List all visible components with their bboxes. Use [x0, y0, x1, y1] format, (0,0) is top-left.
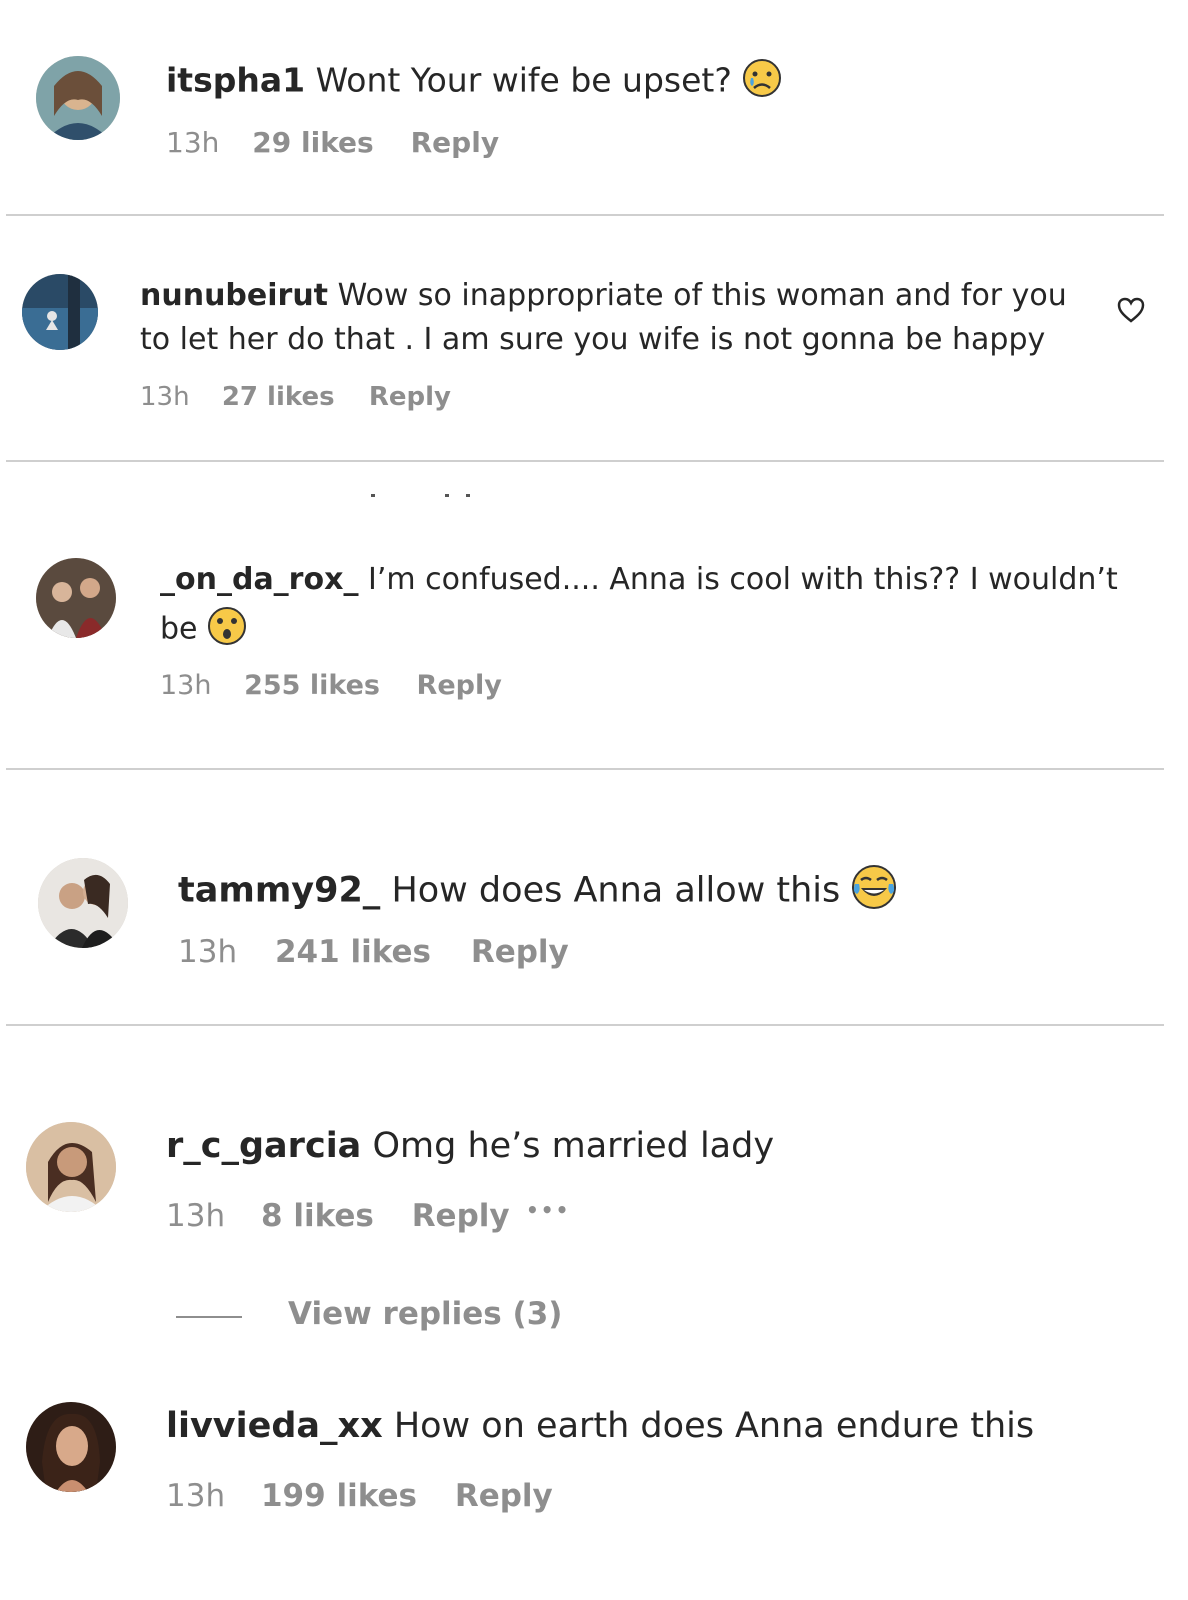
comment-likes[interactable]: 255 likes	[244, 670, 380, 701]
comment-time: 13h	[160, 670, 212, 701]
comment-time: 13h	[140, 382, 190, 412]
comment-time: 13h	[166, 1198, 226, 1234]
comment-username[interactable]: r_c_garcia	[166, 1126, 361, 1166]
artifact-mark	[371, 494, 375, 497]
comment-time: 13h	[166, 126, 220, 159]
comment-likes[interactable]: 199 likes	[261, 1478, 417, 1514]
avatar[interactable]	[26, 1402, 116, 1492]
view-replies-button[interactable]: View replies (3)	[288, 1296, 562, 1332]
comment-time: 13h	[178, 934, 238, 970]
more-options-icon[interactable]: •••	[526, 1198, 570, 1222]
comment-username[interactable]: tammy92_	[178, 871, 380, 911]
comment-likes[interactable]: 29 likes	[252, 126, 373, 159]
comment-text-continued: to let her do that . I am sure you wife …	[140, 322, 1046, 357]
crying-face-icon	[742, 58, 782, 106]
divider	[6, 768, 1164, 770]
divider	[6, 460, 1164, 462]
comment-time: 13h	[166, 1478, 226, 1514]
comment-username[interactable]: livvieda_xx	[166, 1406, 383, 1446]
divider	[6, 1024, 1164, 1026]
divider	[6, 214, 1164, 216]
reply-button[interactable]: Reply	[471, 934, 569, 970]
avatar[interactable]	[26, 1122, 116, 1212]
reply-button[interactable]: Reply	[411, 126, 499, 159]
avatar[interactable]	[36, 56, 120, 140]
comment-likes[interactable]: 27 likes	[222, 382, 335, 412]
comment-username[interactable]: nunubeirut	[140, 278, 328, 313]
comment-text-continued: be	[160, 611, 198, 647]
tears-of-joy-face-icon	[851, 864, 897, 919]
comment-text: How does Anna allow this	[391, 870, 841, 911]
avatar[interactable]	[38, 858, 128, 948]
comment-text: How on earth does Anna endure this	[393, 1406, 1035, 1446]
artifact-mark	[445, 494, 449, 497]
comment-text: Omg he’s married lady	[372, 1126, 775, 1166]
comment-text: Wont Your wife be upset?	[315, 60, 732, 100]
comment-text: Wow so inappropriate of this woman and f…	[337, 278, 1067, 313]
reply-button[interactable]: Reply	[455, 1478, 553, 1514]
comment-username[interactable]: itspha1	[166, 61, 305, 100]
reply-button[interactable]: Reply	[417, 670, 502, 701]
avatar[interactable]	[36, 558, 116, 638]
artifact-mark	[466, 494, 470, 497]
astonished-face-icon	[207, 606, 247, 654]
comment-username[interactable]: _on_da_rox_	[160, 562, 358, 597]
reply-button[interactable]: Reply	[412, 1198, 510, 1234]
reply-button[interactable]: Reply	[369, 382, 451, 412]
heart-outline-icon[interactable]	[1116, 296, 1146, 328]
avatar[interactable]	[22, 274, 98, 350]
comment-likes[interactable]: 241 likes	[275, 934, 431, 970]
comment-text: I’m confused.... Anna is cool with this?…	[368, 562, 1118, 597]
view-replies-line	[176, 1316, 242, 1318]
comment-likes[interactable]: 8 likes	[261, 1198, 374, 1234]
